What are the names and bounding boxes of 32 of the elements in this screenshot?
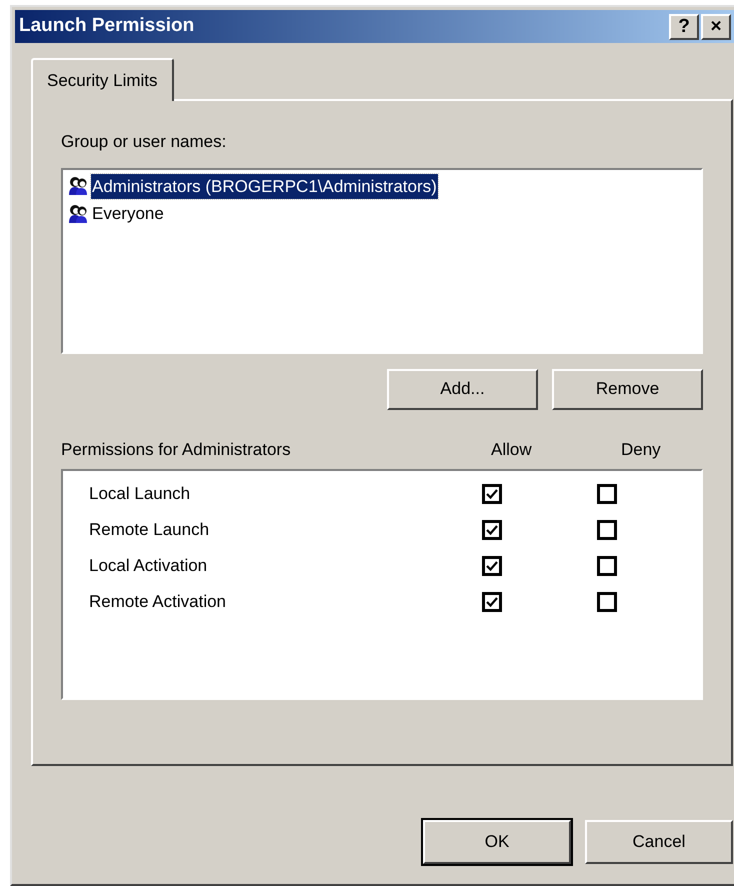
check-icon: [486, 596, 498, 608]
check-icon: [486, 524, 498, 536]
check-icon: [486, 488, 498, 500]
check-icon: [486, 560, 498, 572]
users-icon: [67, 202, 89, 225]
help-button[interactable]: ?: [669, 14, 699, 40]
permission-name: Local Activation: [89, 555, 208, 578]
window-title: Launch Permission: [19, 14, 194, 38]
users-icon: [67, 175, 89, 198]
permission-name: Remote Activation: [89, 591, 228, 614]
permission-name: Remote Launch: [89, 519, 210, 542]
permission-name: Local Launch: [89, 483, 192, 506]
permissions-label: Permissions for Administrators: [61, 438, 292, 460]
checkbox[interactable]: [597, 520, 617, 540]
checkbox[interactable]: [482, 592, 502, 612]
group-label: Group or user names:: [61, 131, 228, 153]
list-item[interactable]: Administrators (BROGERPC1\Administrators): [91, 174, 438, 199]
add-button[interactable]: Add...: [387, 368, 538, 410]
ok-button[interactable]: OK: [423, 820, 571, 864]
checkbox[interactable]: [482, 556, 502, 576]
checkbox[interactable]: [482, 484, 502, 504]
cancel-button[interactable]: Cancel: [585, 820, 733, 864]
list-item[interactable]: Everyone: [91, 201, 165, 226]
tab[interactable]: Security Limits: [31, 58, 174, 101]
checkbox[interactable]: [597, 592, 617, 612]
column-header: Allow: [490, 438, 533, 460]
checkbox[interactable]: [597, 556, 617, 576]
checkbox[interactable]: [597, 484, 617, 504]
checkbox[interactable]: [482, 520, 502, 540]
close-button[interactable]: ×: [701, 14, 731, 40]
remove-button[interactable]: Remove: [552, 368, 703, 410]
column-header: Deny: [620, 438, 662, 460]
